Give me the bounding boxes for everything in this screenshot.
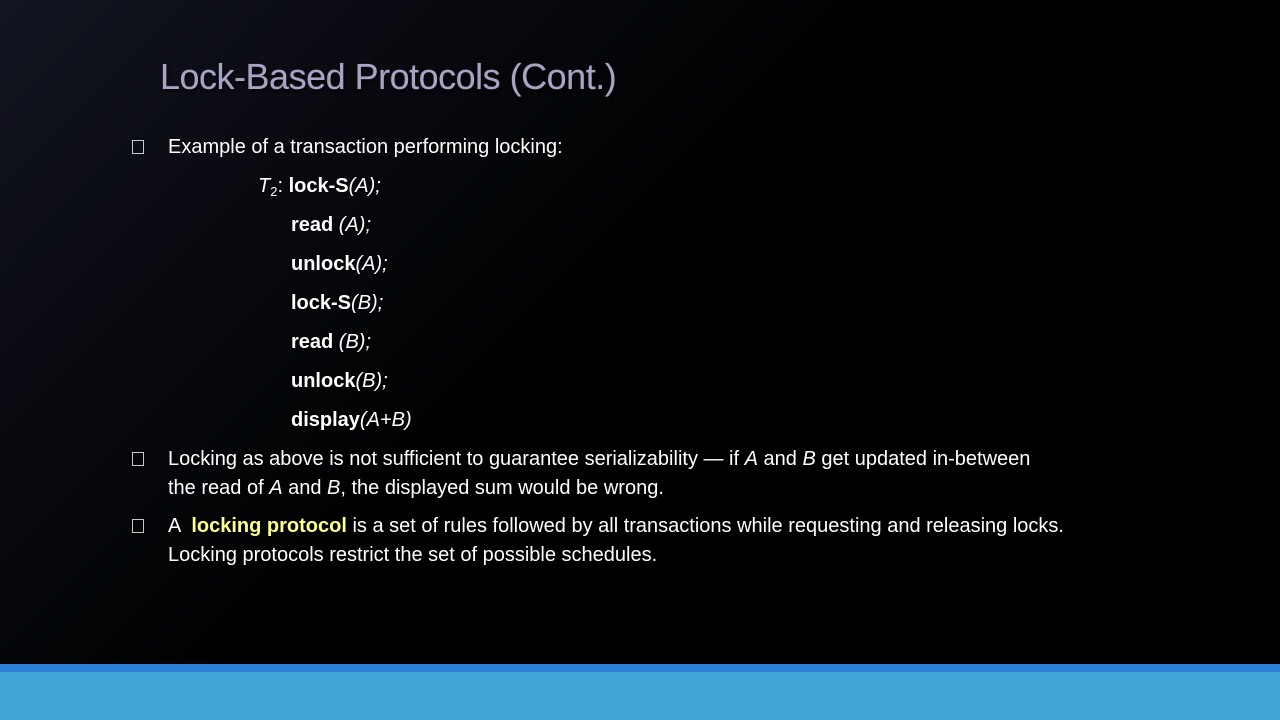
code-end: ; xyxy=(365,214,372,236)
code-keyword: read xyxy=(291,331,334,353)
code-arg: (A) xyxy=(333,214,366,236)
bullet-3-text: A xyxy=(168,515,192,537)
code-arg: (A+B) xyxy=(359,409,412,431)
slide: Lock-Based Protocols (Cont.) Example of … xyxy=(0,0,1280,720)
bullet-marker xyxy=(132,452,144,466)
code-line-1: T2: lock-S(A); xyxy=(258,172,381,206)
variable-b: B xyxy=(802,448,816,470)
code-keyword: display xyxy=(291,409,360,431)
bullet-2-text: , the displayed sum would be wrong. xyxy=(340,477,664,499)
code-line-4: lock-S(B); xyxy=(291,289,383,317)
code-line-5: read (B); xyxy=(291,328,371,356)
code-line-3: unlock(A); xyxy=(291,250,388,278)
bullet-2-text: Locking as above is not sufficient to gu… xyxy=(168,448,745,470)
code-end: ; xyxy=(382,370,388,392)
code-arg: (A) xyxy=(355,253,383,275)
bullet-marker xyxy=(132,519,144,533)
code-keyword: read xyxy=(291,214,334,236)
code-line-6: unlock(B); xyxy=(291,367,388,395)
code-end: ; xyxy=(377,292,384,314)
bullet-2-text: get updated in-between xyxy=(815,448,1031,470)
variable-b: B xyxy=(327,477,341,499)
code-keyword: unlock xyxy=(291,370,356,392)
transaction-colon: : xyxy=(277,175,289,197)
bullet-3-line-1: A locking protocol is a set of rules fol… xyxy=(168,512,1064,540)
bullet-2-text: the read of xyxy=(168,477,270,499)
bullet-2-text: and xyxy=(757,448,803,470)
footer-accent-band xyxy=(0,664,1280,672)
slide-title: Lock-Based Protocols (Cont.) xyxy=(160,56,617,97)
code-arg: (B) xyxy=(355,370,383,392)
bullet-2-line-2: the read of A and B, the displayed sum w… xyxy=(168,474,664,502)
variable-a: A xyxy=(269,477,283,499)
code-keyword: unlock xyxy=(291,253,356,275)
variable-a: A xyxy=(744,448,758,470)
bullet-3-text: is a set of rules followed by all transa… xyxy=(346,515,1064,537)
code-end: ; xyxy=(382,253,388,275)
code-line-7: display(A+B) xyxy=(291,406,412,434)
bullet-3-line-2: Locking protocols restrict the set of po… xyxy=(168,544,658,566)
transaction-name: T xyxy=(258,175,271,197)
bullet-marker xyxy=(132,140,144,154)
code-end: ; xyxy=(375,175,381,197)
code-end: ; xyxy=(365,331,372,353)
highlighted-term: locking protocol xyxy=(191,515,347,537)
bullet-1-text: Example of a transaction performing lock… xyxy=(168,136,563,158)
footer-bar xyxy=(0,672,1280,720)
code-keyword: lock-S xyxy=(288,175,349,197)
bullet-2-line-1: Locking as above is not sufficient to gu… xyxy=(168,445,1030,473)
code-arg: (A) xyxy=(348,175,376,197)
code-arg: (B) xyxy=(333,331,366,353)
code-arg: (B) xyxy=(351,292,378,314)
bullet-2-text: and xyxy=(282,477,328,499)
code-line-2: read (A); xyxy=(291,211,371,239)
code-keyword: lock-S xyxy=(291,292,352,314)
